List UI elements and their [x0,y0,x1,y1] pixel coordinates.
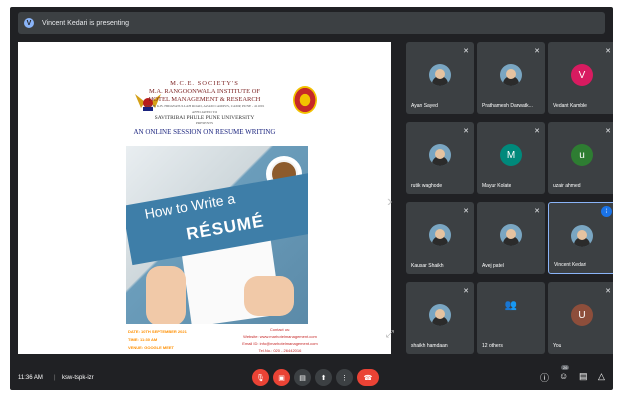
captions-icon: ▤ [299,374,306,382]
contact-label: Contact us: [269,327,291,332]
meet-window: V Vincent Kedari is presenting M.C.E. SO… [10,7,613,390]
presentation-slide: M.C.E. SOCIETY'S M.A. RANGOONWALA INSTIT… [18,42,391,354]
chat-icon[interactable]: ▤ [579,371,588,382]
muted-mic-icon: ✕ [534,208,540,215]
resume-photo: How to Write a RÉSUMÉ [126,146,308,324]
participant-avatar: M [500,144,522,166]
participant-tile[interactable]: ✕ U You [548,282,613,354]
contact-tel: Tel.No.: 020 - 26442016 [258,348,302,353]
participant-name: You [553,343,562,349]
participant-tile[interactable]: ✕ V Vedant Kamble [548,42,613,114]
participant-avatar: U [571,304,593,326]
event-venue: VENUE: GOOGLE MEET [128,345,175,350]
camera-off-icon: ▣ [278,374,285,382]
muted-mic-icon: ✕ [605,48,611,55]
participant-avatar [429,224,451,246]
event-time: TIME: 11:30 AM [128,337,158,342]
slide-session-title: AN ONLINE SESSION ON RESUME WRITING [133,128,276,136]
present-icon: ⬆ [320,374,327,382]
expand-icon[interactable]: ⤢ [386,329,394,340]
participant-tile[interactable]: ✕ u uzair ahmed [548,122,613,194]
event-date: DATE: 10TH SEPTEMBER 2021 [128,329,187,334]
mic-off-icon: 🎙 [256,374,265,382]
participant-tile[interactable]: ✕ shaikh hamdaan [406,282,474,354]
people-icon[interactable]: ☺ [559,371,568,381]
muted-mic-icon: ✕ [534,48,540,55]
participant-avatar [571,225,593,247]
participant-name: shaikh hamdaan [411,343,448,349]
leave-call-button[interactable]: ☎ [357,369,379,386]
meeting-code: ksw-tspk-izr [62,374,94,381]
participant-avatar [500,64,522,86]
slide-affiliated: AFFILIATED TO [191,110,218,114]
muted-mic-icon: ✕ [534,128,540,135]
present-button[interactable]: ⬆ [315,369,332,386]
participant-name: Mayur Kolate [482,183,512,189]
participant-avatar: u [571,144,593,166]
muted-mic-icon: ✕ [605,288,611,295]
bottom-bar: 11:36 AM | ksw-tspk-izr 🎙 ▣ ▤ ⬆ ⋮ ☎ ⓘ ☺ … [10,365,613,390]
participant-tile[interactable]: ⁞ Vincent Kedari [548,202,613,274]
muted-mic-icon: ✕ [463,48,469,55]
slide-institute: M.A. RANGOONWALA INSTITUTE OF [148,88,261,95]
speaking-indicator-icon: ⁞ [601,206,612,217]
mic-toggle-button[interactable]: 🎙 [252,369,269,386]
participant-tile[interactable]: ✕ Kausar Shaikh [406,202,474,274]
others-group-icon: 👥 [504,300,518,311]
slide-address: 2390-B, K.B. HIDAYATULLAH ROAD, AZAM CAM… [144,104,265,108]
participant-name: uzair ahmed [553,183,581,189]
presenting-text: Vincent Kedari is presenting [42,19,130,27]
muted-mic-icon: ✕ [463,128,469,135]
participant-tile[interactable]: 👥 12 others [477,282,545,354]
participant-name: Kausar Shaikh [411,263,444,269]
participant-name: Vedant Kamble [553,103,587,109]
clock: 11:36 AM [18,374,43,381]
participant-avatar [429,64,451,86]
participant-avatar: V [571,64,593,86]
muted-mic-icon: ✕ [463,288,469,295]
muted-mic-icon: ✕ [463,208,469,215]
slide-hotel-mgmt: HOTEL MANAGEMENT & RESEARCH [148,96,261,103]
separator: | [54,374,56,381]
participant-tile[interactable]: ✕ M Mayur Kolate [477,122,545,194]
muted-mic-icon: ✕ [605,128,611,135]
next-slide-chevron-icon[interactable]: › [387,193,392,211]
participant-name: 12 others [482,343,503,349]
participant-tile[interactable]: ✕ Avej patel [477,202,545,274]
slide-presents: PRESENTS [195,121,214,125]
participant-name: rutik waghode [411,183,443,189]
participant-name: Avej patel [482,263,504,269]
more-options-button[interactable]: ⋮ [336,369,353,386]
contact-email: Email ID: info@marhotelmanagement.com [242,341,318,346]
participant-avatar [500,224,522,246]
participant-avatar [429,304,451,326]
presenting-bar: V Vincent Kedari is presenting [18,12,605,34]
participant-name: Vincent Kedari [554,262,587,268]
people-count-badge: 26 [561,365,570,370]
info-icon[interactable]: ⓘ [540,371,549,384]
participant-tile[interactable]: ✕ rutik waghode [406,122,474,194]
participant-tile[interactable]: ✕ Prathamesh Darwatk... [477,42,545,114]
more-icon: ⋮ [341,374,348,382]
end-call-icon: ☎ [363,374,373,382]
captions-button[interactable]: ▤ [294,369,311,386]
camera-toggle-button[interactable]: ▣ [273,369,290,386]
participant-name: Prathamesh Darwatk... [482,103,533,109]
participant-tile[interactable]: ✕ Ayan Sayed [406,42,474,114]
slide-society: M.C.E. SOCIETY'S [170,80,239,87]
activities-icon[interactable]: △ [598,371,605,382]
contact-website: Website: www.marhotelmanagement.com [243,334,317,339]
participant-avatar [429,144,451,166]
participant-name: Ayan Sayed [411,103,438,109]
presenter-avatar: V [24,18,34,28]
